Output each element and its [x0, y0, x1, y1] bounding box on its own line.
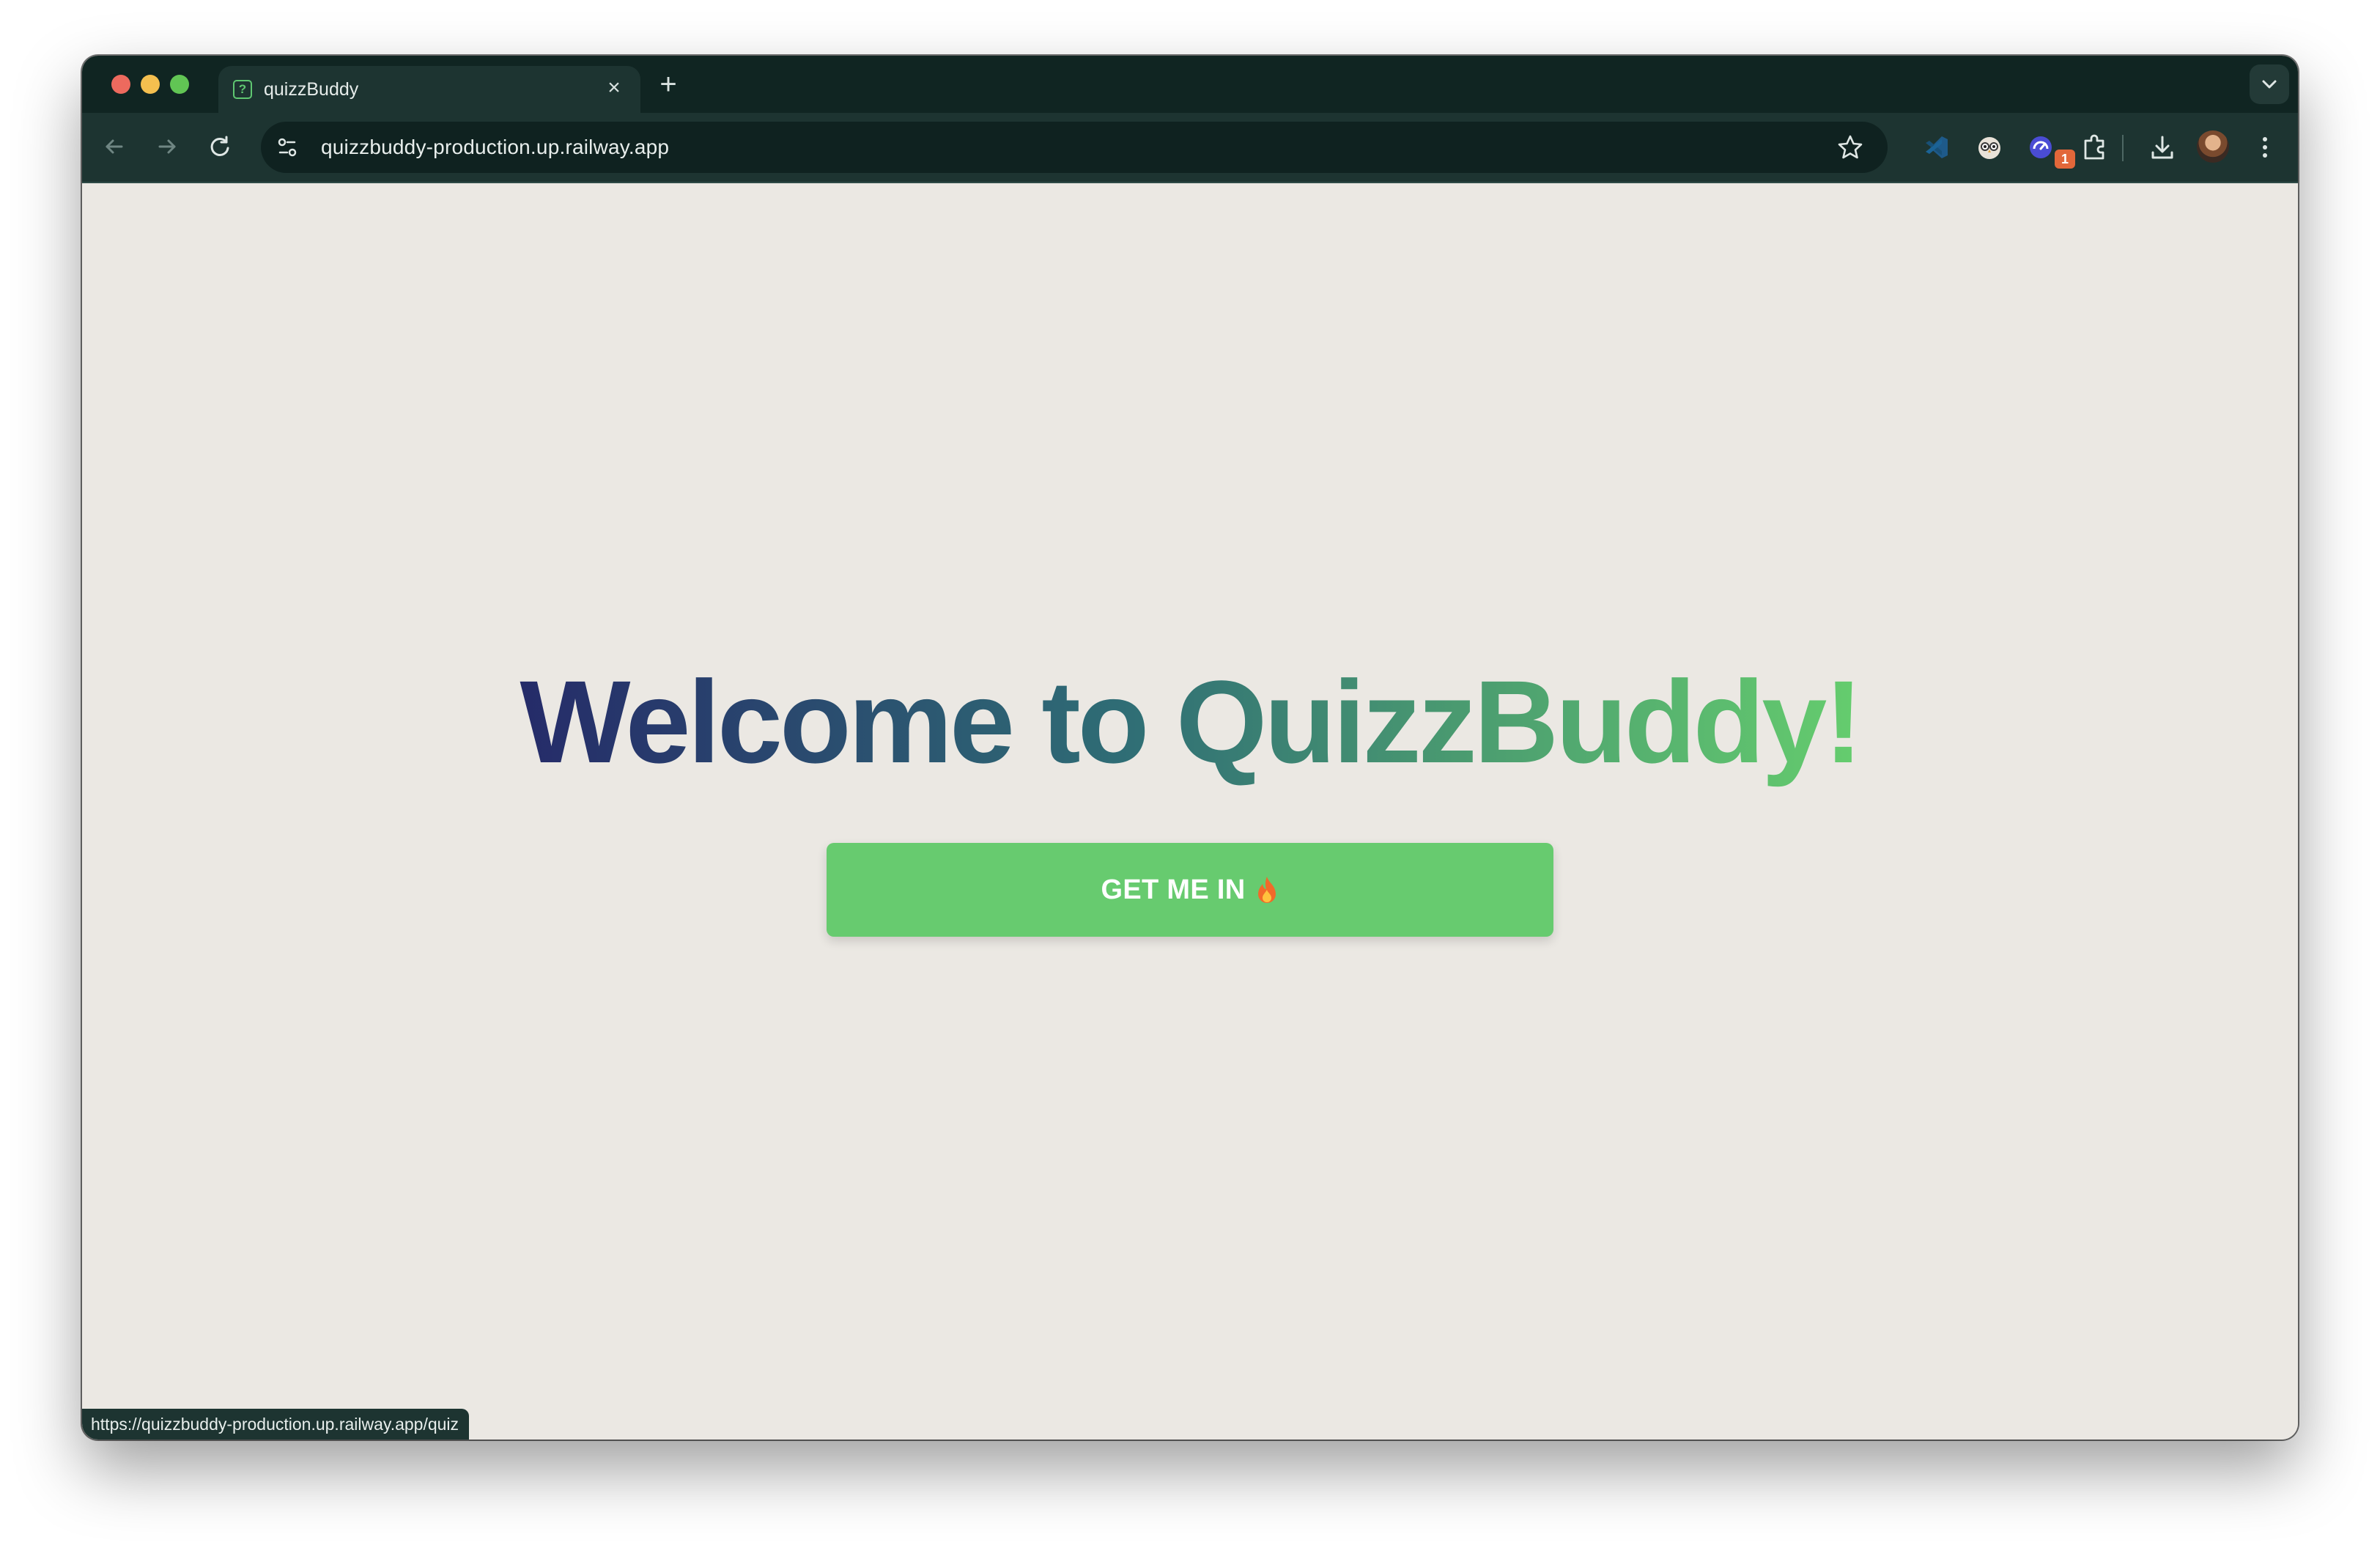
welcome-heading: Welcome to QuizzBuddy! [82, 652, 2298, 792]
profile-avatar[interactable] [2197, 130, 2229, 163]
get-me-in-label: GET ME IN [1101, 874, 1246, 905]
reload-icon[interactable] [204, 130, 236, 163]
owl-extension-icon[interactable] [1973, 130, 2006, 164]
minimize-window-button[interactable] [141, 75, 160, 94]
zoom-window-button[interactable] [170, 75, 189, 94]
extensions-puzzle-icon[interactable] [2078, 130, 2112, 164]
more-menu-icon[interactable] [2248, 130, 2282, 164]
page-content: Welcome to QuizzBuddy! GET ME IN https:/… [82, 183, 2298, 1440]
get-me-in-button[interactable]: GET ME IN [827, 843, 1553, 937]
site-settings-icon[interactable] [271, 131, 303, 163]
welcome-heading-text: Welcome to QuizzBuddy! [520, 656, 1863, 787]
back-arrow-icon[interactable] [98, 130, 130, 163]
tab-active[interactable]: ? quizzBuddy × [218, 66, 640, 113]
tab-strip: ? quizzBuddy × + [82, 56, 2298, 113]
close-tab-icon[interactable]: × [601, 75, 627, 101]
browser-toolbar: quizzbuddy-production.up.railway.app 1 [82, 113, 2298, 183]
tab-title: quizzBuddy [264, 79, 359, 100]
browser-window: ? quizzBuddy × + quizzbuddy-production.u… [82, 56, 2298, 1440]
download-icon[interactable] [2146, 130, 2179, 164]
fire-icon [1258, 877, 1276, 903]
question-mark-icon: ? [233, 80, 252, 99]
toolbar-divider [2122, 135, 2124, 161]
new-tab-button[interactable]: + [652, 69, 684, 101]
forward-arrow-icon[interactable] [151, 130, 183, 163]
status-bar-link: https://quizzbuddy-production.up.railway… [82, 1409, 470, 1440]
address-bar[interactable]: quizzbuddy-production.up.railway.app [261, 122, 1888, 173]
tab-search-button[interactable] [2250, 64, 2289, 104]
vscode-extension-icon[interactable] [1920, 130, 1954, 164]
chevron-down-icon [2262, 80, 2277, 89]
url-text: quizzbuddy-production.up.railway.app [321, 136, 670, 158]
close-window-button[interactable] [111, 75, 130, 94]
bookmark-star-icon[interactable] [1835, 132, 1866, 163]
extension-badge: 1 [2055, 150, 2075, 169]
